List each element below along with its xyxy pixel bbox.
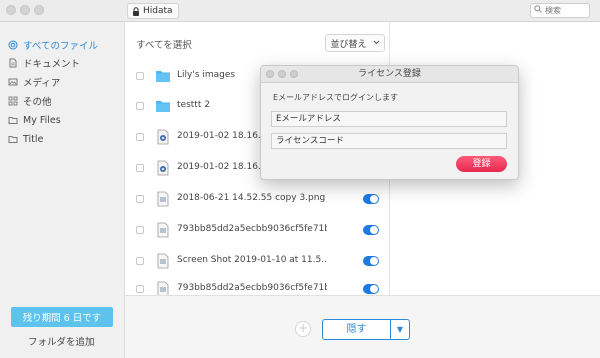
sidebar-item-media[interactable]: メディア — [8, 74, 60, 90]
folder-icon — [155, 98, 171, 114]
app-title-text: Hidata — [143, 6, 173, 16]
hide-toggle[interactable] — [363, 256, 379, 266]
row-checkbox[interactable] — [136, 133, 144, 141]
remaining-period-button[interactable]: 残り期間 6 日です — [11, 307, 113, 327]
sidebar-item-label: その他 — [23, 97, 52, 108]
sort-dropdown[interactable]: 並び替え — [325, 34, 385, 52]
sidebar-item-my-files[interactable]: My Files — [8, 112, 61, 128]
list-item[interactable]: 793bb85dd2a5ecbb9036cf5fe71bdb... — [125, 216, 389, 246]
hide-toggle[interactable] — [363, 194, 379, 204]
email-field[interactable] — [271, 111, 507, 127]
sidebar-item-label: Title — [23, 133, 44, 145]
folder-icon — [155, 68, 171, 84]
sidebar-item-title[interactable]: Title — [8, 131, 43, 147]
folder-icon — [8, 134, 18, 144]
license-dialog: ライセンス登録 Eメールアドレスでログインします 登録 — [260, 65, 519, 180]
document-icon — [8, 58, 18, 68]
sidebar-item-label: ドキュメント — [23, 59, 81, 70]
sidebar-item-label: My Files — [23, 114, 61, 126]
hide-button[interactable]: 隠す ▼ — [322, 319, 410, 340]
row-checkbox[interactable] — [136, 285, 144, 293]
file-name: Screen Shot 2019-01-10 at 11.5... — [177, 255, 327, 265]
sidebar-item-label: すべてのファイル — [23, 41, 98, 52]
all-files-icon — [8, 40, 18, 50]
sidebar-item-all-files[interactable]: すべてのファイル — [8, 37, 98, 53]
zoom-window-button[interactable] — [34, 5, 44, 15]
sidebar-item-other[interactable]: その他 — [8, 93, 52, 109]
register-button[interactable]: 登録 — [456, 156, 507, 172]
dialog-prompt: Eメールアドレスでログインします — [273, 93, 399, 102]
search-icon — [534, 5, 542, 16]
hide-toggle[interactable] — [363, 225, 379, 235]
list-item[interactable]: 2018-06-21 14.52.55 copy 3.png — [125, 185, 389, 215]
file-name: 2018-06-21 14.52.55 copy 3.png — [177, 193, 326, 203]
dialog-title: ライセンス登録 — [358, 69, 421, 79]
dialog-minimize-button[interactable] — [278, 70, 286, 78]
folder-icon — [8, 115, 18, 125]
list-item[interactable]: 793bb85dd2a5ecbb9036cf5fe71bdb... — [125, 275, 389, 295]
bottom-bar: + 隠す ▼ — [125, 295, 600, 358]
select-all-button[interactable]: すべてを選択 — [136, 37, 192, 51]
image-file-icon — [155, 160, 171, 176]
image-file-icon — [155, 129, 171, 145]
sidebar-item-documents[interactable]: ドキュメント — [8, 55, 80, 71]
row-checkbox[interactable] — [136, 164, 144, 172]
search-box[interactable] — [530, 3, 590, 18]
file-name: 793bb85dd2a5ecbb9036cf5fe71bdb... — [177, 224, 327, 234]
add-folder-button[interactable]: フォルダを追加 — [28, 334, 95, 348]
file-icon — [155, 222, 171, 238]
minimize-window-button[interactable] — [20, 5, 30, 15]
sidebar: すべてのファイル ドキュメント メディア その他 My Files Title … — [0, 22, 125, 358]
title-bar: Hidata — [0, 0, 600, 22]
sidebar-item-label: メディア — [23, 78, 61, 89]
row-checkbox[interactable] — [136, 226, 144, 234]
caret-down-icon[interactable]: ▼ — [391, 325, 409, 334]
list-item[interactable]: Screen Shot 2019-01-10 at 11.5... — [125, 247, 389, 277]
file-icon — [155, 281, 171, 295]
close-window-button[interactable] — [6, 5, 16, 15]
file-icon — [155, 191, 171, 207]
row-checkbox[interactable] — [136, 102, 144, 110]
hide-button-label[interactable]: 隠す — [323, 320, 391, 339]
app-title: Hidata — [127, 3, 179, 19]
file-name: 793bb85dd2a5ecbb9036cf5fe71bdb... — [177, 283, 327, 293]
add-icon[interactable]: + — [295, 321, 311, 337]
media-icon — [8, 77, 18, 87]
dialog-close-button[interactable] — [266, 70, 274, 78]
search-input[interactable] — [545, 6, 585, 15]
chevron-down-icon — [373, 38, 380, 48]
file-icon — [155, 253, 171, 269]
hide-toggle[interactable] — [363, 284, 379, 294]
row-checkbox[interactable] — [136, 72, 144, 80]
row-checkbox[interactable] — [136, 257, 144, 265]
row-checkbox[interactable] — [136, 195, 144, 203]
dialog-zoom-button[interactable] — [290, 70, 298, 78]
lock-icon — [132, 6, 140, 16]
grid-icon — [8, 96, 18, 106]
dialog-title-bar: ライセンス登録 — [261, 66, 518, 83]
license-code-field[interactable] — [271, 133, 507, 149]
sort-label: 並び替え — [330, 39, 367, 50]
